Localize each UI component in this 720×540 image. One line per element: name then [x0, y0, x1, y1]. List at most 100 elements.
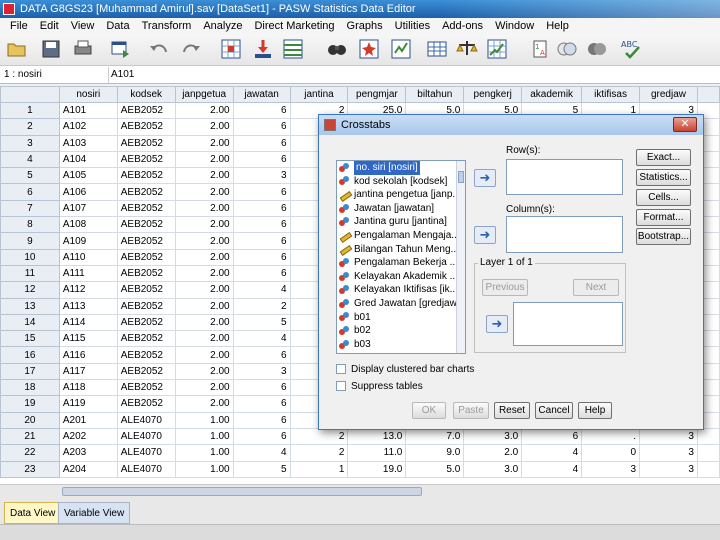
move-to-rows-button[interactable]: ➜ [474, 169, 496, 187]
data-cell[interactable]: 4 [232, 330, 291, 348]
data-cell[interactable]: A110 [58, 248, 118, 266]
goto-case-icon[interactable] [220, 38, 242, 60]
cells-button[interactable]: Cells... [636, 189, 691, 206]
print-icon[interactable] [72, 38, 94, 60]
source-variable-list[interactable]: no. siri [nosiri] kod sekolah [kodsek] jan… [336, 160, 466, 354]
bootstrap-button[interactable]: Bootstrap... [636, 228, 691, 245]
data-cell[interactable]: AEB2052 [116, 395, 176, 413]
data-cell[interactable]: A117 [58, 362, 118, 381]
row-number[interactable]: 15 [0, 330, 60, 348]
data-cell[interactable]: 6 [521, 427, 583, 446]
data-cell[interactable]: 3 [581, 460, 641, 478]
row-number[interactable]: 10 [0, 248, 60, 266]
move-to-columns-button[interactable]: ➜ [474, 226, 496, 244]
data-cell[interactable]: ALE4070 [116, 411, 176, 429]
data-cell[interactable]: 2.00 [174, 232, 234, 250]
variable-list-item[interactable]: Pengalaman Bekerja ... [337, 256, 465, 270]
data-cell[interactable]: 6 [232, 216, 291, 234]
variable-list-item[interactable]: Bilangan Tahun Meng... [337, 243, 465, 257]
variable-list-scroll-thumb[interactable] [458, 171, 464, 183]
data-cell[interactable]: 3 [639, 460, 698, 478]
data-cell[interactable]: 2.00 [174, 183, 234, 201]
data-cell[interactable]: 5 [232, 460, 291, 478]
data-cell[interactable]: 4 [521, 444, 583, 462]
data-cell[interactable]: 1.00 [174, 411, 234, 429]
column-header[interactable]: jantina [289, 86, 349, 103]
ok-button[interactable]: OK [412, 402, 446, 419]
help-button[interactable]: Help [578, 402, 612, 419]
data-cell[interactable]: 5.0 [405, 460, 465, 478]
row-number[interactable]: 16 [0, 346, 60, 364]
row-number[interactable]: 20 [0, 411, 60, 429]
data-cell[interactable]: ALE4070 [116, 460, 176, 478]
variable-list-item[interactable]: jantina pengetua [janp... [337, 188, 465, 202]
variable-list-item[interactable]: b02 [337, 324, 465, 338]
data-cell[interactable]: 2.00 [174, 150, 234, 169]
spelling-icon[interactable]: ABC [620, 38, 642, 60]
data-cell[interactable]: A115 [58, 330, 118, 348]
row-number[interactable]: 18 [0, 379, 60, 397]
previous-layer-button[interactable]: Previous [482, 279, 528, 296]
row-number[interactable]: 11 [0, 264, 60, 283]
show-all-variables-icon[interactable] [586, 38, 608, 60]
menu-graphs[interactable]: Graphs [341, 18, 389, 34]
row-number[interactable]: 21 [0, 427, 60, 446]
data-cell-empty[interactable] [696, 444, 720, 462]
columns-target-list[interactable] [506, 216, 623, 253]
data-cell[interactable]: . [581, 427, 641, 446]
tab-data-view[interactable]: Data View [4, 502, 62, 524]
data-cell[interactable]: 4 [521, 460, 583, 478]
rows-target-list[interactable] [506, 159, 623, 195]
data-cell[interactable]: 19.0 [347, 460, 407, 478]
open-folder-icon[interactable] [6, 38, 28, 60]
suppress-tables-checkbox[interactable] [336, 381, 346, 391]
variable-list-item[interactable]: b01 [337, 311, 465, 325]
data-cell[interactable]: 3 [232, 362, 291, 381]
tab-variable-view[interactable]: Variable View [58, 502, 131, 524]
column-header[interactable]: iktifisas [581, 86, 641, 103]
data-cell[interactable]: AEB2052 [116, 118, 176, 136]
row-number[interactable]: 7 [0, 199, 60, 218]
data-cell[interactable]: ALE4070 [116, 444, 176, 462]
menu-help[interactable]: Help [540, 18, 575, 34]
menu-direct-marketing[interactable]: Direct Marketing [248, 18, 340, 34]
data-cell[interactable]: AEB2052 [116, 248, 176, 266]
data-cell[interactable]: 2.00 [174, 313, 234, 332]
menu-transform[interactable]: Transform [136, 18, 198, 34]
data-cell[interactable]: A111 [58, 264, 118, 283]
data-cell[interactable]: 2.00 [174, 379, 234, 397]
cancel-button[interactable]: Cancel [535, 402, 573, 419]
data-cell[interactable]: AEB2052 [116, 330, 176, 348]
variable-list-item[interactable]: Kelayakan Akademik ... [337, 270, 465, 284]
data-cell[interactable]: AEB2052 [116, 134, 176, 152]
data-cell[interactable]: 6 [232, 248, 291, 266]
row-number[interactable]: 23 [0, 460, 60, 478]
data-cell[interactable]: 5 [232, 313, 291, 332]
variable-list-scrollbar[interactable] [456, 161, 465, 353]
data-cell[interactable]: A108 [58, 216, 118, 234]
data-cell[interactable]: 2.00 [174, 167, 234, 185]
row-number[interactable]: 2 [0, 118, 60, 136]
data-cell[interactable]: 9.0 [405, 444, 465, 462]
column-header[interactable]: jawatan [232, 86, 291, 103]
row-number[interactable]: 12 [0, 281, 60, 299]
data-cell[interactable]: A203 [58, 444, 118, 462]
variable-list-item[interactable]: no. siri [nosiri] [337, 161, 465, 175]
horizontal-scroll-thumb[interactable] [62, 487, 422, 496]
undo-icon[interactable] [148, 38, 170, 60]
data-cell[interactable]: AEB2052 [116, 232, 176, 250]
exact-button[interactable]: Exact... [636, 149, 691, 166]
data-cell[interactable]: 1.00 [174, 427, 234, 446]
column-header[interactable]: akademik [521, 86, 583, 103]
data-cell[interactable]: AEB2052 [116, 216, 176, 234]
data-cell[interactable]: A202 [58, 427, 118, 446]
data-cell[interactable]: 2.00 [174, 395, 234, 413]
data-cell[interactable]: A107 [58, 199, 118, 218]
variable-list-item[interactable]: Pengalaman Mengaja... [337, 229, 465, 243]
data-cell[interactable]: 2.00 [174, 118, 234, 136]
format-button[interactable]: Format... [636, 209, 691, 226]
select-cases-icon[interactable] [486, 38, 508, 60]
data-cell[interactable]: 6 [232, 395, 291, 413]
suppress-tables-row[interactable]: Suppress tables [336, 379, 423, 393]
data-cell[interactable]: 2.00 [174, 281, 234, 299]
